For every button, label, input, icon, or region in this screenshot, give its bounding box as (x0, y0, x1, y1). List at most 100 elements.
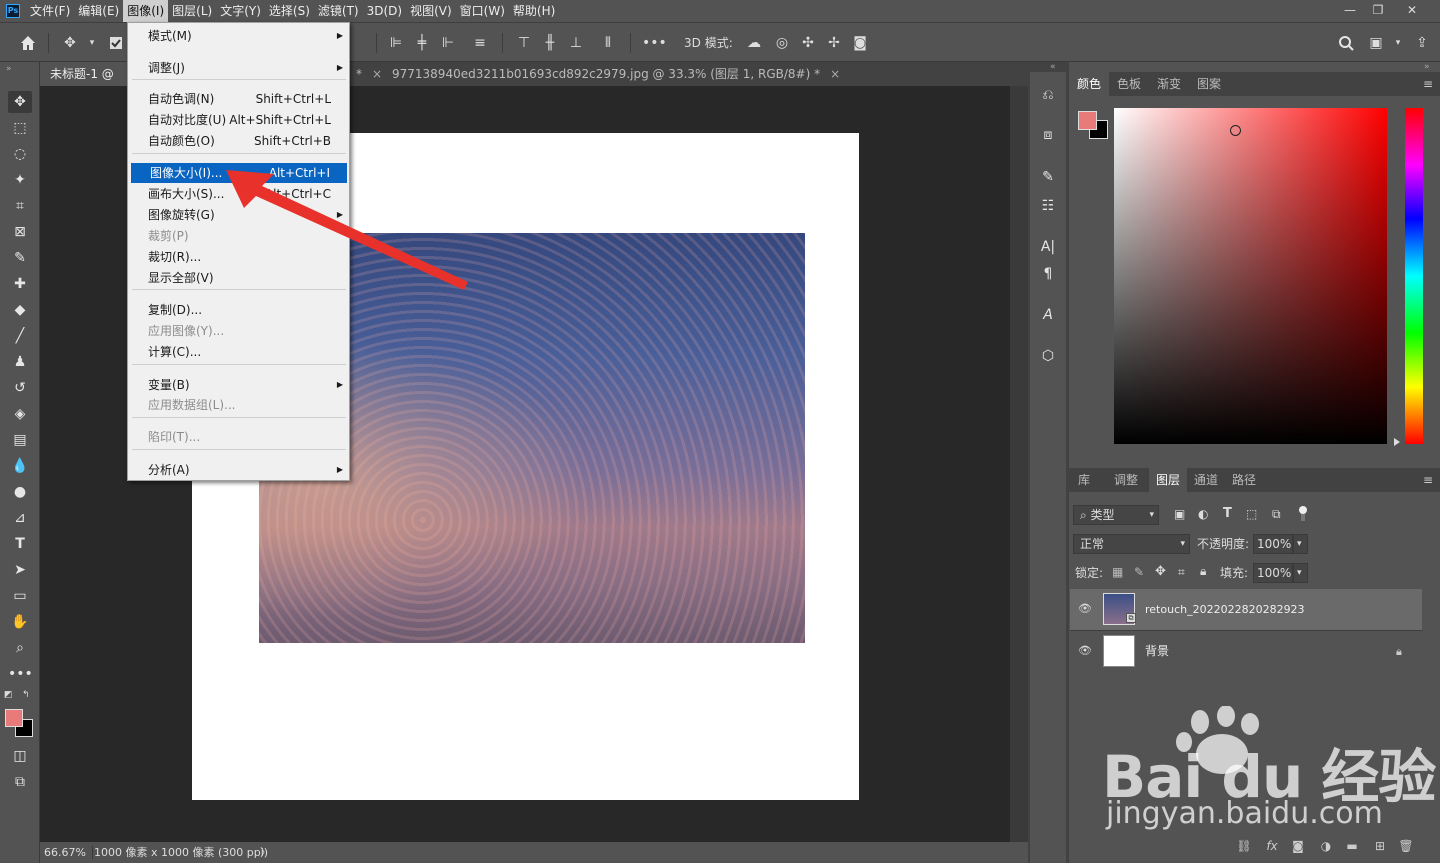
tab-untitled[interactable]: 未标题-1 @ 66 (40, 62, 128, 105)
image-menu-item[interactable]: 图像大小(I)... Alt+Ctrl+I (131, 163, 347, 183)
layer-row-background[interactable]: 👁︎ 背景 🔒︎ (1070, 630, 1422, 671)
menu-layer[interactable]: 图层(L) (168, 0, 216, 22)
image-menu-item[interactable]: 图像旋转(G) ▶ (129, 205, 348, 225)
layer-name[interactable]: 背景 (1145, 631, 1169, 672)
visibility-eye-icon[interactable]: 👁︎ (1078, 644, 1092, 658)
collapse-icon[interactable]: « (1050, 62, 1056, 72)
menu-file[interactable]: 文件(F) (26, 0, 74, 22)
layer-filter-select[interactable]: ⌕ 类型 ▾ (1073, 505, 1159, 525)
filter-shape-icon[interactable]: ⬚ (1246, 507, 1257, 521)
swap-colors-icon[interactable]: ↰ (22, 690, 32, 700)
image-menu-item[interactable]: 变量(B) ▶ (129, 375, 348, 395)
3d-pan-icon[interactable]: ✣ (798, 33, 818, 53)
lock-all-icon[interactable]: 🔒︎ (1200, 564, 1206, 579)
paragraph-panel-icon[interactable]: ¶ (1038, 263, 1058, 285)
menu-filter[interactable]: 滤镜(T) (314, 0, 363, 22)
menu-3d[interactable]: 3D(D) (363, 0, 406, 22)
opacity-dropdown-icon[interactable]: ▾ (1293, 534, 1308, 554)
link-layers-icon[interactable]: ⛓ (1236, 838, 1252, 854)
quick-mask-icon[interactable]: ◫ (8, 745, 32, 767)
workspace-icon[interactable]: ▣ (1366, 33, 1386, 53)
tab-paths[interactable]: 路径 (1225, 468, 1263, 492)
collapse-icon[interactable]: » (6, 64, 12, 74)
history-panel-icon[interactable]: ⎌ (1038, 84, 1058, 106)
move-tool-icon[interactable]: ✥ (60, 33, 80, 53)
crop-tool-icon[interactable]: ⌗ (8, 195, 32, 217)
frame-tool-icon[interactable]: ⊠ (8, 221, 32, 243)
image-menu-item[interactable]: 复制(D)... (129, 300, 348, 320)
align-bottom-icon[interactable]: ⊥ (566, 33, 586, 53)
delete-layer-icon[interactable]: 🗑︎ (1398, 838, 1414, 854)
3d-orbit-icon[interactable]: ☁ (744, 33, 764, 53)
image-menu-item[interactable]: 计算(C)... (129, 342, 348, 362)
glyphs-panel-icon[interactable]: A (1038, 304, 1058, 326)
healing-brush-icon[interactable]: ✚ (8, 273, 32, 295)
fill-dropdown-icon[interactable]: ▾ (1293, 563, 1308, 583)
distribute-vertical-icon[interactable]: ⦀ (598, 33, 618, 53)
visibility-eye-icon[interactable]: 👁︎ (1078, 602, 1092, 616)
marquee-tool-icon[interactable]: ⬚ (8, 117, 32, 139)
layer-row-retouch[interactable]: 👁︎ ⧉ retouch_2022022820282923 (1070, 589, 1422, 630)
shape-tool-icon[interactable]: ▭ (8, 585, 32, 607)
collapse-icon[interactable]: » (1424, 62, 1430, 72)
image-menu-item[interactable]: 画布大小(S)... Alt+Ctrl+C (129, 184, 348, 204)
new-layer-icon[interactable]: ⊞ (1372, 838, 1388, 854)
fill-input[interactable]: 100% (1253, 563, 1293, 583)
lock-transparent-icon[interactable]: ▦ (1112, 565, 1123, 579)
align-right-icon[interactable]: ⊩ (438, 33, 458, 53)
type-tool-icon[interactable]: T (8, 533, 32, 555)
image-menu-item[interactable]: 显示全部(V) (129, 268, 348, 288)
home-icon[interactable] (18, 33, 38, 53)
menu-edit[interactable]: 编辑(E) (74, 0, 123, 22)
tab-libraries[interactable]: 库 (1069, 468, 1099, 492)
image-menu-item[interactable]: 自动色调(N) Shift+Ctrl+L (129, 89, 348, 109)
clone-stamp-icon[interactable]: ♟ (8, 351, 32, 373)
distribute-icon[interactable]: ≡ (470, 33, 490, 53)
restore-button[interactable]: ❐ (1362, 0, 1394, 22)
search-icon[interactable] (1336, 33, 1356, 53)
gradient-tool-icon[interactable]: ▤ (8, 429, 32, 451)
close-icon[interactable]: × (372, 67, 382, 81)
patch-tool-icon[interactable]: ◆ (8, 299, 32, 321)
pen-tool-icon[interactable]: ⊿ (8, 507, 32, 529)
filter-smart-object-icon[interactable]: ⧉ (1272, 507, 1281, 522)
brushes-panel-icon[interactable]: ✎ (1038, 166, 1058, 188)
image-menu-item[interactable]: 陷印(T)... (129, 427, 348, 447)
brush-tool-icon[interactable]: ╱ (8, 325, 32, 347)
tab-patterns[interactable]: 图案 (1189, 72, 1229, 96)
opacity-input[interactable]: 100% (1253, 534, 1293, 554)
filter-adjustment-icon[interactable]: ◐ (1198, 507, 1208, 521)
close-icon[interactable]: × (830, 67, 840, 81)
image-menu-item[interactable]: 裁切(R)... (129, 247, 348, 267)
panel-menu-icon[interactable]: ≡ (1423, 468, 1433, 492)
3d-camera-icon[interactable]: ◙ (850, 33, 870, 53)
menu-type[interactable]: 文字(Y) (216, 0, 265, 22)
menu-help[interactable]: 帮助(H) (509, 0, 559, 22)
menu-select[interactable]: 选择(S) (265, 0, 314, 22)
image-menu-item[interactable]: 调整(J) ▶ (129, 58, 348, 78)
lock-image-icon[interactable]: ✎ (1134, 565, 1144, 579)
color-picker-cursor[interactable] (1230, 125, 1241, 136)
image-menu-item[interactable]: 自动对比度(U) Alt+Shift+Ctrl+L (129, 110, 348, 130)
align-top-icon[interactable]: ⊤ (514, 33, 534, 53)
close-button[interactable]: ✕ (1396, 0, 1428, 22)
brush-settings-icon[interactable]: ☷ (1038, 195, 1058, 217)
more-options-icon[interactable]: ••• (642, 33, 667, 53)
chevron-down-icon[interactable]: ▾ (1388, 33, 1408, 53)
image-menu-item[interactable]: 分析(A) ▶ (129, 460, 348, 480)
adjustment-layer-icon[interactable]: ◑ (1318, 838, 1334, 854)
add-mask-icon[interactable]: ◙ (1290, 838, 1306, 854)
lock-artboard-icon[interactable]: ⌗ (1178, 565, 1185, 580)
blend-mode-select[interactable]: 正常 ▾ (1073, 534, 1190, 554)
menu-image[interactable]: 图像(I) (123, 0, 169, 22)
auto-select-checkbox[interactable] (106, 33, 126, 53)
3d-roll-icon[interactable]: ◎ (772, 33, 792, 53)
new-group-icon[interactable]: ▬ (1344, 838, 1360, 854)
share-icon[interactable]: ⇪ (1412, 33, 1432, 53)
status-arrow-icon[interactable]: 〉 (260, 842, 271, 863)
filter-toggle-icon[interactable] (1298, 505, 1308, 521)
dodge-tool-icon[interactable]: ● (8, 481, 32, 503)
character-panel-icon[interactable]: A| (1038, 236, 1058, 258)
hand-tool-icon[interactable]: ✋ (8, 611, 32, 633)
history-brush-icon[interactable]: ↺ (8, 377, 32, 399)
